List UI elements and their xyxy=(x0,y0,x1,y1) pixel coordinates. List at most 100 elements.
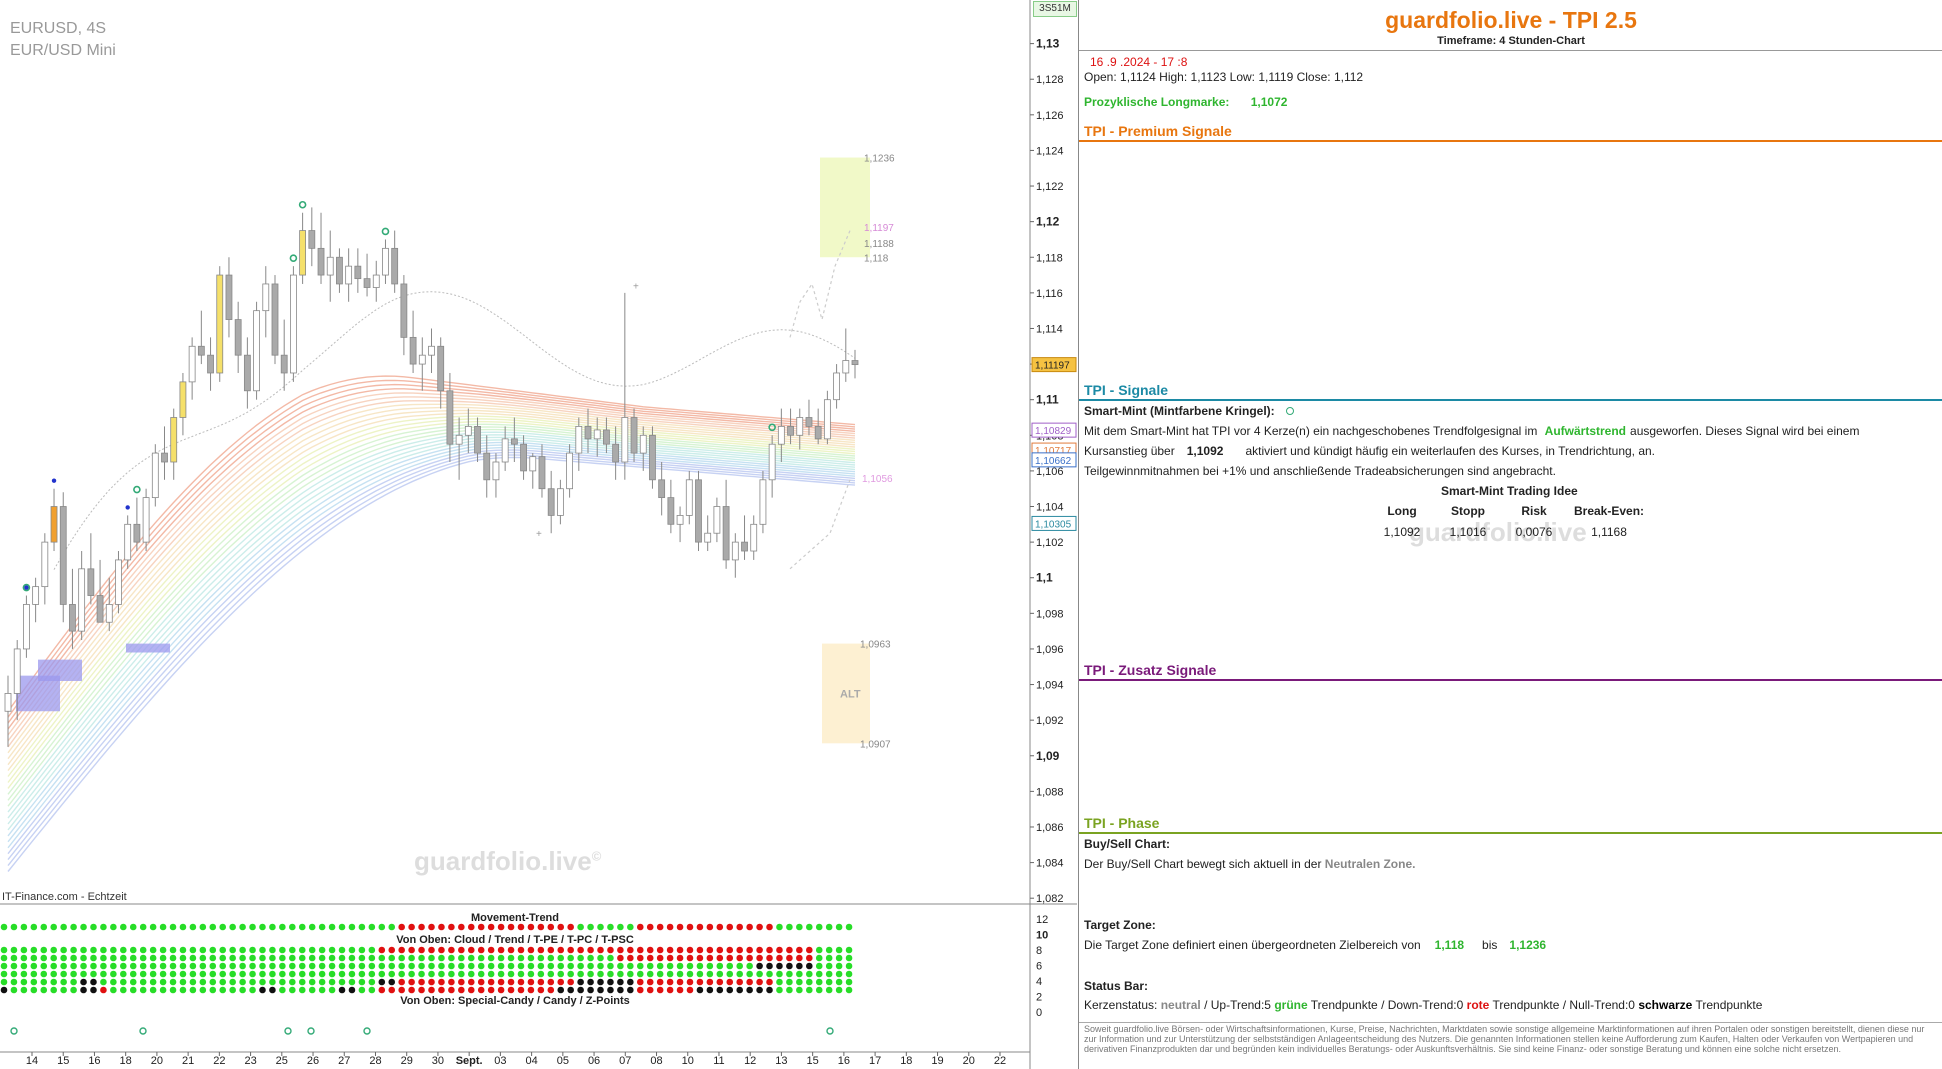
trend-dot xyxy=(686,962,694,970)
candle-body xyxy=(510,438,518,445)
x-tick-label: 16 xyxy=(88,1055,100,1067)
trend-dot xyxy=(289,978,296,986)
trend-dot xyxy=(139,923,147,931)
phase-divider xyxy=(1079,832,1942,834)
candle-body xyxy=(842,360,850,374)
candle-body xyxy=(197,345,205,356)
trend-dot xyxy=(289,946,296,954)
trend-dot xyxy=(110,970,117,978)
trend-dot xyxy=(766,923,773,931)
trend-dot xyxy=(179,923,187,931)
cloud-trend-title: Von Oben: Cloud / Trend / T-PE / T-PC / … xyxy=(396,934,634,946)
special-candy-circle xyxy=(826,1027,834,1035)
trend-dot xyxy=(825,970,833,978)
trend-dot xyxy=(120,954,127,962)
special-candy-circle xyxy=(139,1027,147,1035)
trend-dot xyxy=(279,923,286,931)
trend-dot xyxy=(219,970,227,978)
trend-dot xyxy=(438,946,445,954)
trend-dot xyxy=(656,923,664,931)
trend-dot xyxy=(298,923,306,931)
candle-body xyxy=(823,399,831,440)
trend-dot xyxy=(636,954,644,962)
trend-dot xyxy=(706,986,714,994)
trend-dot xyxy=(477,962,485,970)
trend-dot xyxy=(229,970,236,978)
trend-dot xyxy=(547,962,555,970)
trend-dot xyxy=(308,954,316,962)
trend-dot xyxy=(159,923,167,931)
trend-dot xyxy=(448,923,455,931)
trend-dot xyxy=(0,970,8,978)
trend-dot xyxy=(10,946,18,954)
trend-dot xyxy=(418,986,425,994)
trend-dot xyxy=(477,946,485,954)
trend-dot xyxy=(0,954,8,962)
trend-dot xyxy=(229,946,236,954)
trend-dot xyxy=(20,954,28,962)
y-tick-label: 1,12 xyxy=(1036,215,1060,229)
target-text: Die Target Zone definiert einen übergeor… xyxy=(1084,938,1547,952)
trend-dot xyxy=(825,986,833,994)
chart-pane[interactable]: 1,13 1,128 1,126 1,124 1,122 1,12 1,118 1,116 1,… xyxy=(0,0,1077,1069)
candle-body xyxy=(336,256,343,285)
trend-dot xyxy=(607,970,614,978)
trend-dot xyxy=(666,954,674,962)
candle-body xyxy=(667,497,675,525)
trend-dot xyxy=(527,962,535,970)
trend-dot xyxy=(527,954,535,962)
trend-dot xyxy=(189,978,197,986)
trend-dot xyxy=(129,970,137,978)
trend-dot xyxy=(279,954,286,962)
subchart-tick-label: 2 xyxy=(1036,992,1042,1004)
trend-dot xyxy=(636,962,644,970)
candle-body xyxy=(713,506,721,534)
price-chart[interactable]: 1,131,1281,1261,1241,1221,121,1181,1161,… xyxy=(0,0,1077,1069)
trend-dot xyxy=(100,970,107,978)
trend-dot xyxy=(149,986,157,994)
trend-dot xyxy=(676,954,684,962)
trend-dot xyxy=(120,946,127,954)
trend-dot xyxy=(786,978,793,986)
trend-dot xyxy=(766,962,773,970)
trend-dot xyxy=(10,923,18,931)
candle-body xyxy=(805,417,813,427)
candle-body xyxy=(243,354,251,392)
trend-dot xyxy=(547,970,555,978)
trend-dot xyxy=(259,946,266,954)
smart-mint-signal-circle xyxy=(289,254,298,262)
trend-dot xyxy=(835,946,843,954)
trend-dot xyxy=(845,986,853,994)
trend-dot xyxy=(557,962,565,970)
trend-dot xyxy=(388,923,396,931)
trend-dot xyxy=(50,946,58,954)
projection-line xyxy=(789,479,851,570)
candle-body xyxy=(299,230,307,276)
movement-trend-title: Movement-Trend xyxy=(471,912,559,924)
x-tick-label: 11 xyxy=(713,1055,724,1067)
trend-dot xyxy=(726,978,734,986)
trend-dot xyxy=(825,954,833,962)
trend-dot xyxy=(398,923,405,931)
trend-dot xyxy=(269,946,276,954)
trend-dot xyxy=(636,946,644,954)
ma-ribbon-line xyxy=(7,428,856,807)
trend-dot xyxy=(30,962,38,970)
trend-dot xyxy=(269,970,276,978)
trend-dot xyxy=(567,946,574,954)
candle-body xyxy=(345,265,353,285)
trend-dot xyxy=(617,986,624,994)
trend-dot xyxy=(129,954,137,962)
x-tick-label: 14 xyxy=(26,1055,38,1067)
trend-dot xyxy=(60,978,67,986)
candle-body xyxy=(105,604,113,623)
premium-signale-title: TPI - Premium Signale xyxy=(1084,123,1232,139)
trade-header-stopp: Stopp xyxy=(1451,504,1485,518)
trend-dot xyxy=(368,954,376,962)
trend-dot xyxy=(428,986,435,994)
candle-body xyxy=(409,336,417,365)
trend-dot xyxy=(398,962,405,970)
trend-dot xyxy=(656,970,664,978)
trend-dot xyxy=(756,923,763,931)
candle-body xyxy=(787,425,794,436)
